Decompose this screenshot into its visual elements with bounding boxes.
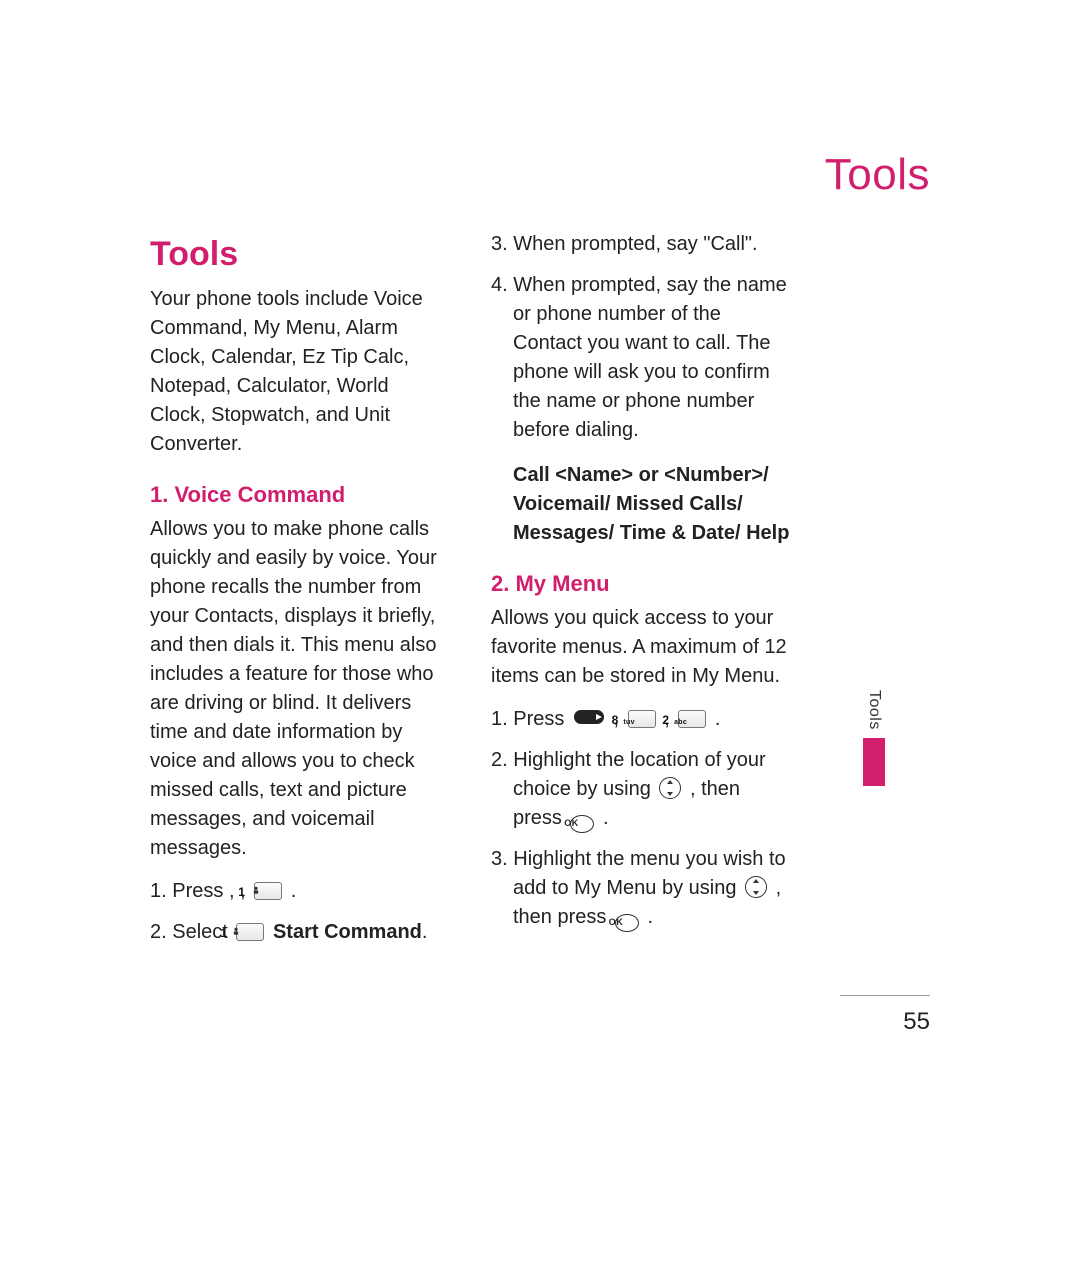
text: . (715, 708, 721, 730)
text: Highlight the menu you wish to add to My… (513, 848, 786, 899)
text: . (422, 921, 428, 943)
section-tab: Tools (863, 690, 885, 786)
footer-rule (840, 995, 930, 996)
page-number: 55 (903, 1008, 930, 1036)
key-digit: 8 (612, 713, 619, 727)
menu-key-icon (574, 710, 604, 724)
voice-command-step-3: When prompted, say "Call". (491, 230, 790, 259)
key-1-glyph-icon (252, 886, 260, 895)
section-tab-label: Tools (865, 690, 883, 730)
key-1-glyph-icon (232, 927, 240, 936)
key-digit: 1 (220, 926, 227, 940)
voice-command-step-4: When prompted, say the name or phone num… (491, 271, 790, 445)
text: . (648, 906, 654, 928)
my-menu-step-2: Highlight the location of your choice by… (491, 746, 790, 833)
tools-intro: Your phone tools include Voice Command, … (150, 285, 449, 459)
text: Press (513, 708, 570, 730)
ok-key-icon: OK (570, 815, 594, 833)
ok-key-icon: OK (615, 914, 639, 932)
my-menu-step-1: Press , 8 tuv , 2 abc . (491, 705, 790, 734)
text: Press (172, 880, 229, 902)
text: . (603, 807, 609, 829)
key-8-icon: 8 tuv (628, 710, 656, 728)
voice-command-step-1: Press , , 1 . (150, 877, 449, 906)
voice-command-commands-block: Call <Name> or <Number>/ Voicemail/ Miss… (491, 461, 790, 548)
key-1-icon: 1 (236, 923, 264, 941)
key-letters: tuv (623, 719, 634, 726)
text: . (291, 880, 297, 902)
my-menu-steps: Press , 8 tuv , 2 abc . Highlight the lo… (491, 705, 790, 932)
section-heading-my-menu: 2. My Menu (491, 568, 790, 600)
key-1-icon: 1 (254, 882, 282, 900)
voice-command-step-2: Select 1 Start Command. (150, 918, 449, 947)
key-letters: abc (674, 719, 687, 726)
my-menu-step-3: Highlight the menu you wish to add to My… (491, 845, 790, 932)
section-tab-marker (863, 738, 885, 786)
body-content: Tools Your phone tools include Voice Com… (150, 230, 790, 954)
manual-page: Tools Tools Your phone tools include Voi… (0, 0, 1080, 1270)
nav-up-down-icon (745, 876, 767, 898)
voice-command-intro: Allows you to make phone calls quickly a… (150, 515, 449, 863)
running-head: Tools (825, 150, 930, 200)
nav-up-down-icon (659, 777, 681, 799)
key-2-icon: 2 abc (678, 710, 706, 728)
section-heading-voice-command: 1. Voice Command (150, 479, 449, 511)
bold-label: Start Command (273, 921, 422, 943)
section-heading-tools: Tools (150, 230, 449, 279)
my-menu-intro: Allows you quick access to your favorite… (491, 604, 790, 691)
key-digit: 2 (662, 713, 669, 727)
key-digit: 1 (238, 885, 245, 899)
